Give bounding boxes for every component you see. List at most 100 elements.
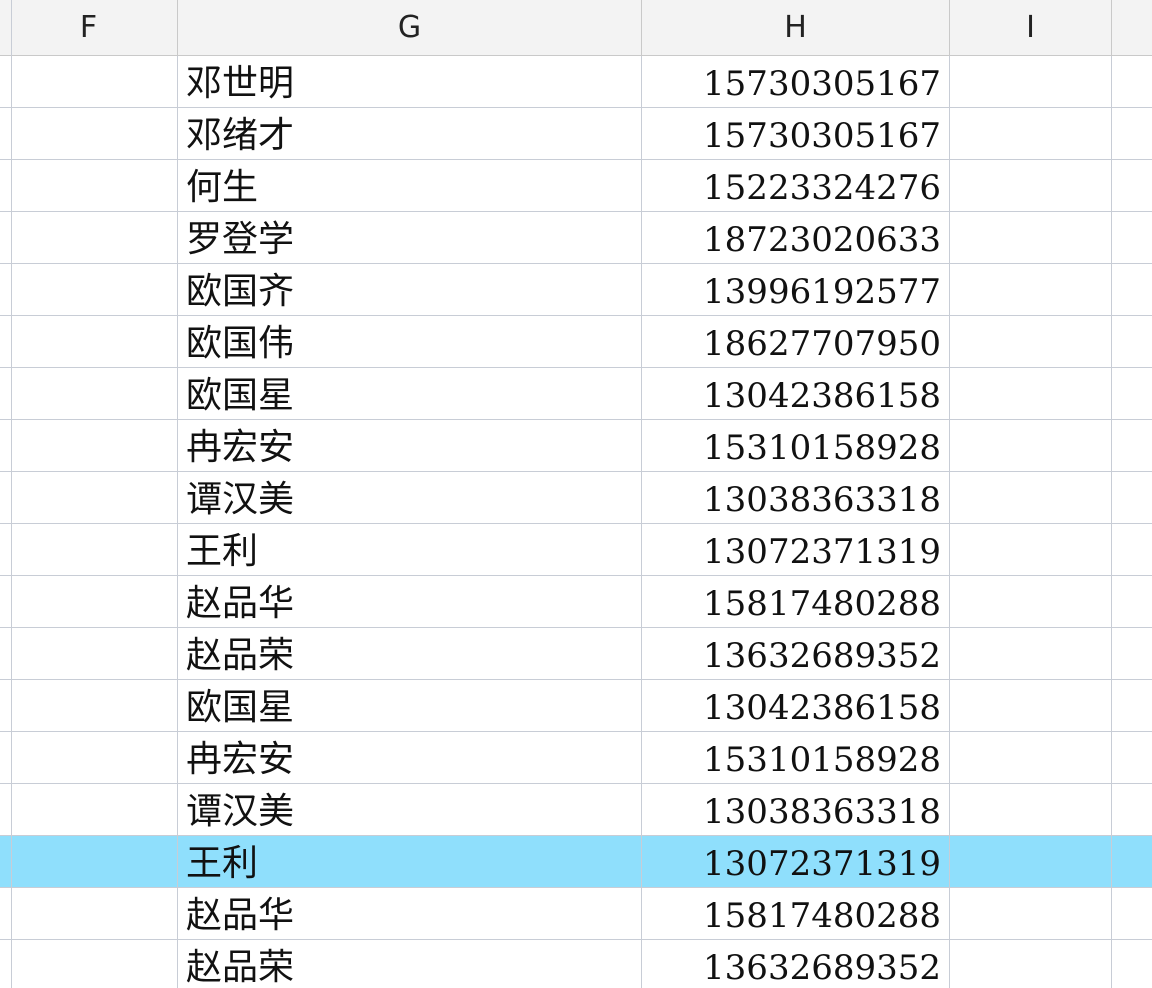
cell-i[interactable] — [950, 836, 1112, 888]
cell-f[interactable] — [12, 940, 178, 988]
cell-j[interactable] — [1112, 940, 1152, 988]
cell-name[interactable]: 谭汉美 — [178, 472, 642, 524]
cell-j[interactable] — [1112, 888, 1152, 940]
cell-i[interactable] — [950, 940, 1112, 988]
table-row[interactable]: 赵品荣 13632689352 — [0, 628, 1152, 680]
table-row[interactable]: 谭汉美 13038363318 — [0, 784, 1152, 836]
cell-j[interactable] — [1112, 212, 1152, 264]
table-row[interactable]: 王利 13072371319 — [0, 524, 1152, 576]
cell-j[interactable] — [1112, 368, 1152, 420]
cell-i[interactable] — [950, 108, 1112, 160]
table-row[interactable]: 赵品华 15817480288 — [0, 888, 1152, 940]
cell-phone[interactable]: 13632689352 — [642, 628, 950, 680]
cell-j[interactable] — [1112, 784, 1152, 836]
table-row[interactable]: 冉宏安 15310158928 — [0, 420, 1152, 472]
cell-i[interactable] — [950, 784, 1112, 836]
cell-i[interactable] — [950, 420, 1112, 472]
cell-f[interactable] — [12, 108, 178, 160]
cell-i[interactable] — [950, 472, 1112, 524]
cell-phone[interactable]: 15817480288 — [642, 576, 950, 628]
cell-name[interactable]: 欧国星 — [178, 368, 642, 420]
cell-f[interactable] — [12, 836, 178, 888]
cell-j[interactable] — [1112, 420, 1152, 472]
cell-f[interactable] — [12, 212, 178, 264]
cell-i[interactable] — [950, 56, 1112, 108]
cell-f[interactable] — [12, 368, 178, 420]
cell-phone[interactable]: 18627707950 — [642, 316, 950, 368]
cell-i[interactable] — [950, 680, 1112, 732]
cell-i[interactable] — [950, 732, 1112, 784]
table-row[interactable]: 谭汉美 13038363318 — [0, 472, 1152, 524]
cell-i[interactable] — [950, 576, 1112, 628]
cell-j[interactable] — [1112, 316, 1152, 368]
cell-i[interactable] — [950, 628, 1112, 680]
cell-name[interactable]: 欧国伟 — [178, 316, 642, 368]
cell-name[interactable]: 何生 — [178, 160, 642, 212]
cell-f[interactable] — [12, 472, 178, 524]
cell-f[interactable] — [12, 888, 178, 940]
cell-name[interactable]: 欧国星 — [178, 680, 642, 732]
cell-i[interactable] — [950, 212, 1112, 264]
cell-phone[interactable]: 13038363318 — [642, 472, 950, 524]
table-row[interactable]: 何生 15223324276 — [0, 160, 1152, 212]
cell-name[interactable]: 欧国齐 — [178, 264, 642, 316]
cell-j[interactable] — [1112, 836, 1152, 888]
cell-j[interactable] — [1112, 160, 1152, 212]
cell-i[interactable] — [950, 316, 1112, 368]
cell-f[interactable] — [12, 264, 178, 316]
column-header-f[interactable]: F — [0, 0, 178, 56]
cell-name[interactable]: 王利 — [178, 836, 642, 888]
cell-phone[interactable]: 15730305167 — [642, 56, 950, 108]
cell-j[interactable] — [1112, 108, 1152, 160]
table-row[interactable]: 欧国星 13042386158 — [0, 680, 1152, 732]
cell-i[interactable] — [950, 524, 1112, 576]
cell-j[interactable] — [1112, 628, 1152, 680]
cell-f[interactable] — [12, 160, 178, 212]
cell-phone[interactable]: 13042386158 — [642, 368, 950, 420]
cell-f[interactable] — [12, 56, 178, 108]
cell-f[interactable] — [12, 732, 178, 784]
cell-j[interactable] — [1112, 732, 1152, 784]
column-header-g[interactable]: G — [178, 0, 642, 56]
table-row[interactable]: 邓世明 15730305167 — [0, 56, 1152, 108]
cell-j[interactable] — [1112, 576, 1152, 628]
cell-name[interactable]: 冉宏安 — [178, 732, 642, 784]
cell-phone[interactable]: 15817480288 — [642, 888, 950, 940]
cell-name[interactable]: 赵品华 — [178, 576, 642, 628]
cell-name[interactable]: 冉宏安 — [178, 420, 642, 472]
cell-phone[interactable]: 15310158928 — [642, 732, 950, 784]
cell-j[interactable] — [1112, 472, 1152, 524]
cell-f[interactable] — [12, 316, 178, 368]
table-row[interactable]: 赵品华 15817480288 — [0, 576, 1152, 628]
cell-phone[interactable]: 13072371319 — [642, 836, 950, 888]
cell-j[interactable] — [1112, 56, 1152, 108]
table-row[interactable]: 冉宏安 15310158928 — [0, 732, 1152, 784]
cell-f[interactable] — [12, 576, 178, 628]
cell-name[interactable]: 邓世明 — [178, 56, 642, 108]
cell-i[interactable] — [950, 264, 1112, 316]
column-header-j[interactable] — [1112, 0, 1152, 56]
cell-name[interactable]: 王利 — [178, 524, 642, 576]
table-row[interactable]: 邓绪才 15730305167 — [0, 108, 1152, 160]
cell-phone[interactable]: 13632689352 — [642, 940, 950, 988]
cell-phone[interactable]: 13038363318 — [642, 784, 950, 836]
cell-name[interactable]: 罗登学 — [178, 212, 642, 264]
cell-f[interactable] — [12, 628, 178, 680]
cell-i[interactable] — [950, 160, 1112, 212]
table-row[interactable]: 赵品荣 13632689352 — [0, 940, 1152, 988]
cell-name[interactable]: 谭汉美 — [178, 784, 642, 836]
table-row[interactable]: 欧国齐 13996192577 — [0, 264, 1152, 316]
cell-name[interactable]: 赵品华 — [178, 888, 642, 940]
table-row[interactable]: 罗登学 18723020633 — [0, 212, 1152, 264]
cell-phone[interactable]: 15223324276 — [642, 160, 950, 212]
cell-phone[interactable]: 15310158928 — [642, 420, 950, 472]
table-row[interactable]: 欧国星 13042386158 — [0, 368, 1152, 420]
cell-phone[interactable]: 15730305167 — [642, 108, 950, 160]
cell-phone[interactable]: 13072371319 — [642, 524, 950, 576]
cell-phone[interactable]: 18723020633 — [642, 212, 950, 264]
table-row[interactable]: 欧国伟 18627707950 — [0, 316, 1152, 368]
cell-i[interactable] — [950, 368, 1112, 420]
cell-j[interactable] — [1112, 524, 1152, 576]
column-header-i[interactable]: I — [950, 0, 1112, 56]
cell-name[interactable]: 赵品荣 — [178, 940, 642, 988]
